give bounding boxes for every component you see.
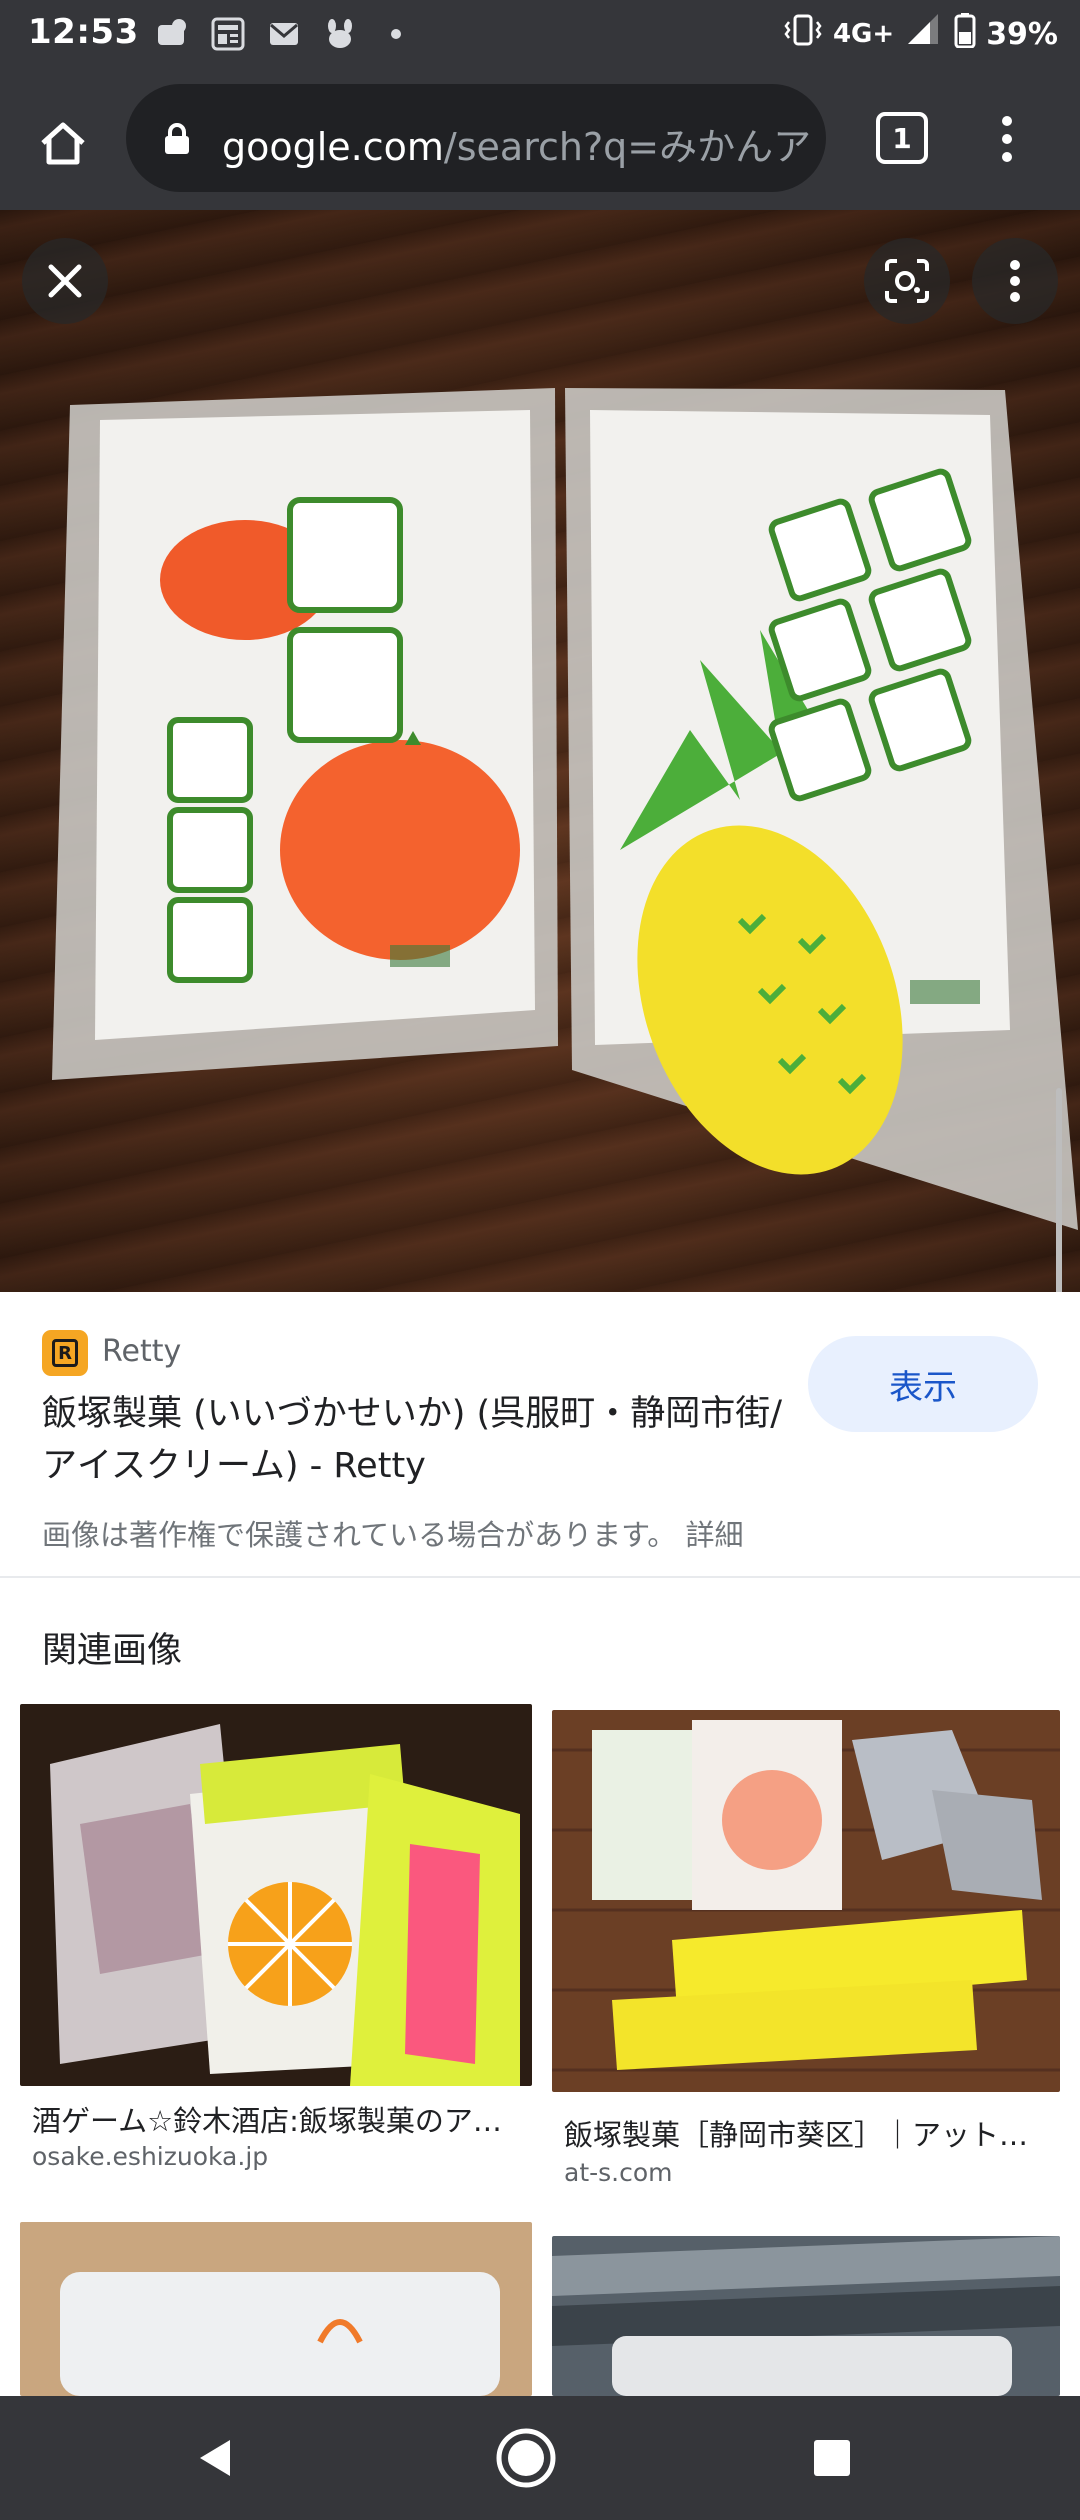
browser-toolbar: google.com/search?q=みかんア 1 [0,68,1080,210]
tab-switcher-button[interactable]: 1 [876,112,928,164]
lens-search-button[interactable] [864,238,950,324]
related-image-3[interactable] [20,2222,532,2396]
app-notification-icon [152,14,192,54]
system-status: 4G+ 39% [783,12,1058,56]
related-image-1[interactable] [20,1704,532,2086]
related-photo-4 [552,2236,1060,2396]
vibrate-icon [783,12,823,56]
pine-ice-packet [565,388,1078,1230]
visit-button[interactable]: 表示 [808,1336,1038,1432]
home-icon [41,122,85,165]
news-icon [208,14,248,54]
home-nav-button[interactable] [490,2422,562,2494]
ice-packets-photo [52,388,1078,1230]
pet-icon [320,14,360,54]
battery-level: 39% [986,16,1058,52]
home-circle-icon [496,2428,556,2488]
copyright-text: 画像は著作権で保護されている場合があります。 [42,1518,677,1552]
close-viewer-button[interactable] [22,238,108,324]
related-image-4[interactable] [552,2236,1060,2396]
recents-button[interactable] [796,2422,868,2494]
home-button[interactable] [28,108,98,178]
related-domain-2: at-s.com [564,2158,673,2187]
status-bar: 12:53 4G+ 39% [0,0,1080,68]
url-path: /search?q=みかんア [443,125,812,169]
source-title-link[interactable]: 飯塚製菓 (いいづかせいか) (呉服町・静岡市街/アイスクリーム) - Rett… [42,1388,802,1492]
address-bar[interactable]: google.com/search?q=みかんア [126,84,826,192]
related-caption-1[interactable]: 酒ゲーム☆鈴木酒店:飯塚製菓のア… [32,2098,522,2140]
favicon-letter: R [52,1339,78,1367]
image-preview[interactable] [0,210,1080,1292]
signal-icon [904,12,944,56]
battery-icon [954,12,976,56]
retty-favicon: R [42,1330,88,1376]
related-images-heading: 関連画像 [42,1631,183,1671]
related-photo-3 [20,2222,532,2396]
status-time: 12:53 [28,12,139,52]
system-nav-bar [0,2396,1080,2520]
source-site-name: Retty [102,1334,182,1369]
url-host: google.com [222,125,444,169]
related-photo-1 [20,1704,532,2086]
related-domain-1: osake.eshizuoka.jp [32,2142,269,2171]
copyright-notice: 画像は著作権で保護されている場合があります。 詳細 [42,1512,743,1554]
url-text: google.com/search?q=みかんア [222,116,811,171]
lens-icon [885,259,929,303]
more-vert-icon [1002,116,1012,162]
network-type: 4G+ [832,19,895,49]
mail-icon [264,14,304,54]
close-icon [48,264,82,298]
browser-menu-button[interactable] [982,106,1032,172]
details-link[interactable]: 詳細 [685,1518,743,1552]
image-options-button[interactable] [972,238,1058,324]
related-photo-2 [552,1710,1060,2092]
lock-icon [165,123,189,154]
source-card: R Retty 飯塚製菓 (いいづかせいか) (呉服町・静岡市街/アイスクリーム… [0,1292,1080,1578]
more-vert-icon [1010,260,1020,302]
mikan-ice-packet [52,388,558,1080]
related-image-2[interactable] [552,1710,1060,2092]
notification-icons [152,14,416,54]
recents-square-icon [814,2440,850,2476]
related-caption-2[interactable]: 飯塚製菓［静岡市葵区］｜アット… [564,2112,1054,2154]
dot-icon [376,14,416,54]
back-button[interactable] [180,2422,252,2494]
back-triangle-icon [200,2440,230,2476]
